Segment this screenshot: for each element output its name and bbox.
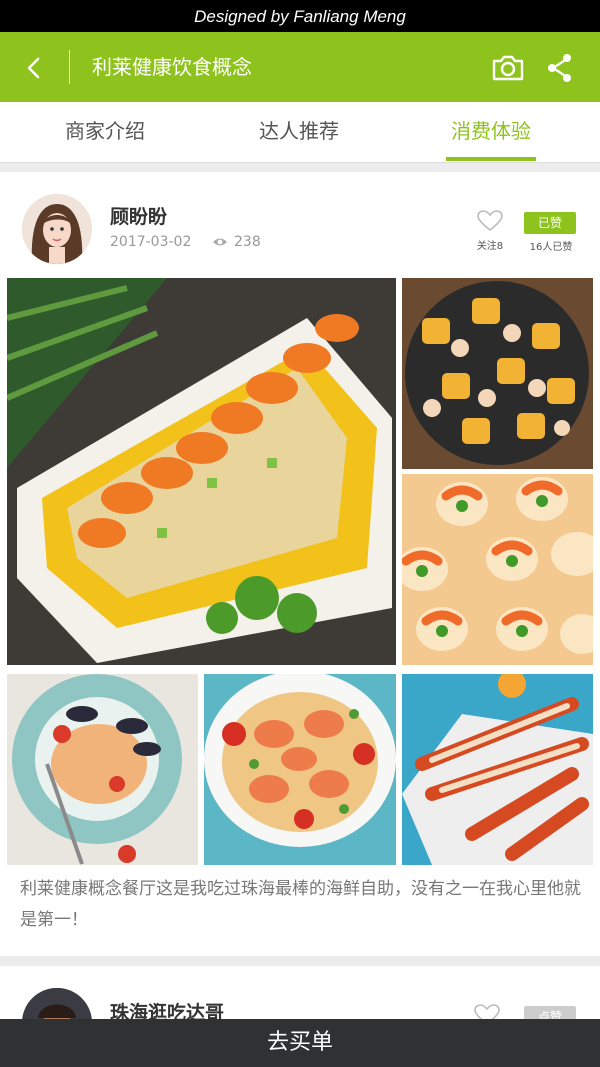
liked-badge[interactable]: 已赞 <box>524 212 576 234</box>
review-text: 利莱健康概念餐厅这是我吃过珠海最棒的海鲜自助，没有之一在我心里他就是第一！ <box>20 879 581 930</box>
photo-mussel-noodles[interactable] <box>7 674 198 865</box>
view-count-value: 238 <box>234 234 261 250</box>
username[interactable]: 顾盼盼 <box>110 202 167 229</box>
avatar[interactable] <box>22 194 92 264</box>
photo-shrimp-pasta[interactable] <box>204 674 396 865</box>
share-button[interactable] <box>540 48 580 88</box>
heart-icon <box>477 210 503 232</box>
tab-bar: 商家介绍 达人推荐 消费体验 <box>0 102 600 163</box>
tab-merchant-intro[interactable]: 商家介绍 <box>45 102 165 162</box>
follow-count: 关注8 <box>476 241 504 252</box>
page-title: 利莱健康饮食概念 <box>92 55 252 79</box>
follow-button[interactable]: 关注8 <box>474 210 506 252</box>
photo-shrimp-platter[interactable] <box>7 278 396 665</box>
header-divider <box>69 50 70 84</box>
post-date: 2017-03-02 <box>110 234 192 250</box>
tab-consumer-experience[interactable]: 消费体验 <box>446 102 536 162</box>
photo-mussel-noodles-image <box>7 674 198 865</box>
designer-credit: Designed by Fanliang Meng <box>0 0 600 32</box>
back-button[interactable] <box>14 48 54 88</box>
back-icon <box>27 57 40 79</box>
photo-shrimp-pasta-image <box>204 674 396 865</box>
share-icon <box>548 54 571 82</box>
photo-shrimp-egg-image <box>402 474 593 665</box>
camera-button[interactable] <box>488 48 528 88</box>
photo-fried-tofu-image <box>402 278 593 469</box>
tab-expert-recommend[interactable]: 达人推荐 <box>239 102 359 162</box>
photo-crab-legs-image <box>402 674 593 865</box>
liked-count: 16人已赞 <box>529 242 573 253</box>
photo-shrimp-platter-image <box>7 278 396 665</box>
photo-shrimp-egg[interactable] <box>402 474 593 665</box>
photo-fried-tofu[interactable] <box>402 278 593 469</box>
app-bar: 利莱健康饮食概念 <box>0 32 600 102</box>
eye-icon <box>213 238 227 246</box>
camera-icon <box>492 55 524 81</box>
view-count: 238 <box>212 234 261 250</box>
user-portrait <box>22 194 92 264</box>
photo-crab-legs[interactable] <box>402 674 593 865</box>
review-card: 顾盼盼 2017-03-02 238 关注8 已赞 16人已赞 利莱健康概念餐厅… <box>0 172 600 956</box>
buy-button[interactable]: 去买单 <box>0 1019 600 1067</box>
